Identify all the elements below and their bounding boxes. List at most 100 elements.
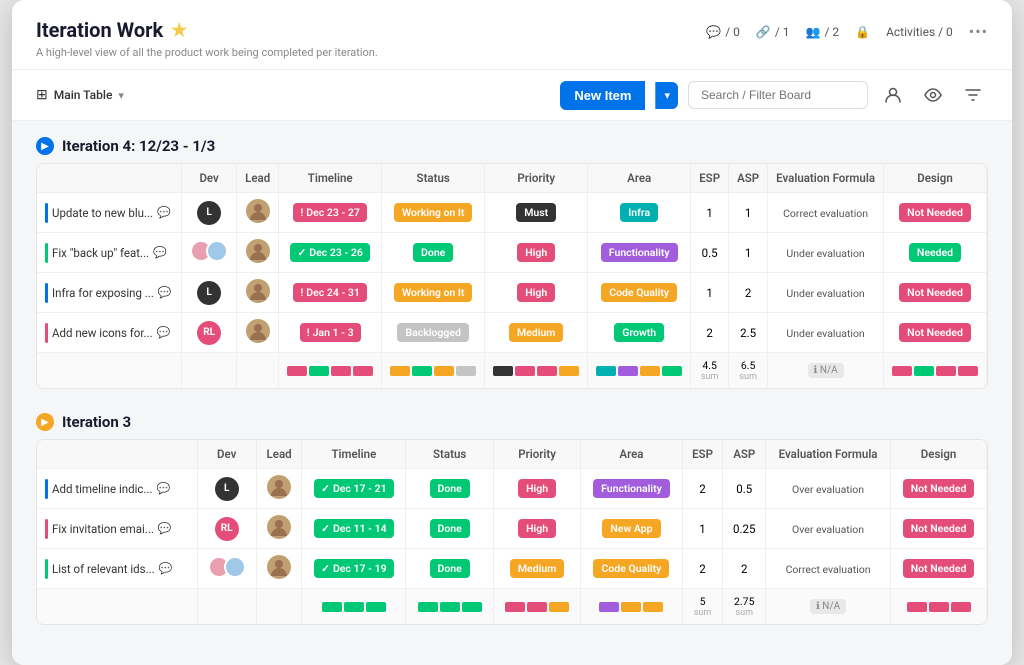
eval-cell: Over evaluation	[766, 469, 891, 509]
swatch-row	[287, 366, 373, 376]
link-stat[interactable]: 🔗 / 1	[756, 25, 790, 39]
priority-badge: High	[518, 479, 556, 498]
priority-badge: Medium	[509, 323, 563, 342]
summary-design-cell	[884, 353, 987, 389]
comment-icon[interactable]: 💬	[157, 206, 171, 219]
swatch-row	[892, 366, 978, 376]
eval-cell: Under evaluation	[768, 273, 884, 313]
activities-stat[interactable]: Activities / 0	[886, 25, 953, 39]
lead-cell	[256, 549, 301, 589]
comment-icon[interactable]: 💬	[158, 286, 172, 299]
comment-icon[interactable]: 💬	[159, 562, 173, 575]
col-priority: Priority	[493, 440, 580, 469]
color-swatch	[527, 602, 547, 612]
filter-icon[interactable]	[958, 80, 988, 110]
summary-timeline-cell	[302, 589, 406, 625]
toolbar-left: ⊞ Main Table ▾	[36, 87, 124, 103]
esp-cell: 1	[691, 273, 729, 313]
area-cell: Functionality	[581, 469, 682, 509]
toolbar: ⊞ Main Table ▾ New Item ▾	[12, 70, 1012, 121]
comment-icon[interactable]: 💬	[157, 326, 171, 339]
priority-badge: High	[518, 519, 556, 538]
table-row: Add timeline indic... 💬 L ✓ Dec 17 - 21 …	[37, 469, 987, 509]
priority-cell: Medium	[485, 313, 588, 353]
swatch-row	[310, 602, 397, 612]
summary-dev-cell	[197, 589, 256, 625]
swatch-row	[596, 366, 682, 376]
timeline-text: Jan 1 - 3	[313, 326, 354, 339]
swatch-row	[589, 602, 673, 612]
design-badge: Not Needed	[899, 283, 971, 302]
avatar: RL	[197, 321, 221, 345]
asp-sum-value: 2.75	[734, 595, 754, 608]
asp-sum-label: sum	[731, 608, 757, 618]
timeline-icon: ✓	[321, 482, 330, 495]
iteration-4-table: Dev Lead Timeline Status Priority Area E…	[37, 164, 987, 388]
color-swatch	[549, 602, 569, 612]
col-status: Status	[406, 440, 493, 469]
user-profile-icon[interactable]	[878, 80, 908, 110]
design-badge: Not Needed	[899, 203, 971, 222]
lock-icon: 🔒	[855, 25, 870, 39]
asp-sum-label: sum	[737, 372, 759, 382]
lead-cell	[237, 313, 279, 353]
design-cell: Not Needed	[884, 193, 987, 233]
new-item-button[interactable]: New Item	[560, 81, 645, 110]
task-name-cell: Infra for exposing ... 💬	[37, 273, 182, 313]
task-bar	[45, 559, 48, 579]
comment-icon[interactable]: 💬	[153, 246, 167, 259]
eval-text: Correct evaluation	[783, 207, 868, 220]
table-label: Main Table	[54, 88, 113, 102]
asp-cell: 0.25	[723, 509, 766, 549]
chevron-down-icon[interactable]: ▾	[118, 89, 124, 102]
summary-priority-cell	[485, 353, 588, 389]
star-icon[interactable]: ★	[171, 20, 187, 41]
asp-cell: 2	[723, 549, 766, 589]
area-badge: Growth	[614, 323, 664, 342]
col-dev: Dev	[197, 440, 256, 469]
col-eval: Evaluation Formula	[766, 440, 891, 469]
user-stat[interactable]: 👥 / 2	[805, 25, 839, 39]
toolbar-right: New Item ▾	[560, 80, 988, 110]
summary-row: 4.5sum6.5sumℹ N/A	[37, 353, 987, 389]
comment-icon[interactable]: 💬	[158, 522, 172, 535]
search-input[interactable]	[688, 81, 868, 109]
eval-cell: Under evaluation	[768, 313, 884, 353]
summary-area-cell	[588, 353, 691, 389]
color-swatch	[462, 602, 482, 612]
chat-stat[interactable]: 💬 / 0	[706, 25, 740, 39]
priority-badge: Must	[516, 203, 556, 222]
color-swatch	[537, 366, 557, 376]
design-cell: Not Needed	[884, 313, 987, 353]
priority-cell: High	[485, 233, 588, 273]
color-swatch	[559, 366, 579, 376]
eval-text: Under evaluation	[786, 247, 864, 260]
summary-dev-cell	[182, 353, 237, 389]
eval-cell: Over evaluation	[766, 509, 891, 549]
summary-design-cell	[891, 589, 987, 625]
table-row: Add new icons for... 💬 RL ! Jan 1 - 3 Ba…	[37, 313, 987, 353]
color-swatch	[309, 366, 329, 376]
lock-stat[interactable]: 🔒	[855, 25, 870, 39]
status-badge: Done	[413, 243, 453, 262]
comment-icon[interactable]: 💬	[157, 482, 171, 495]
lead-cell	[256, 509, 301, 549]
iteration-4-header: ▶ Iteration 4: 12/23 - 1/3	[36, 137, 988, 155]
design-cell: Needed	[884, 233, 987, 273]
area-badge: New App	[602, 519, 660, 538]
avatar: L	[215, 477, 239, 501]
design-cell: Not Needed	[884, 273, 987, 313]
summary-task-cell	[37, 589, 197, 625]
new-item-dropdown-button[interactable]: ▾	[655, 82, 678, 109]
table-grid-icon: ⊞	[36, 87, 48, 103]
timeline-cell: ! Jan 1 - 3	[279, 313, 382, 353]
more-options-icon[interactable]: •••	[969, 22, 988, 41]
status-badge: Done	[430, 479, 470, 498]
page-title: Iteration Work ★	[36, 18, 378, 42]
avatar: RL	[215, 517, 239, 541]
task-name-cell: Update to new blu... 💬	[37, 193, 182, 233]
status-cell: Working on It	[382, 273, 485, 313]
eye-icon[interactable]	[918, 80, 948, 110]
swatch-row	[502, 602, 572, 612]
area-cell: New App	[581, 509, 682, 549]
